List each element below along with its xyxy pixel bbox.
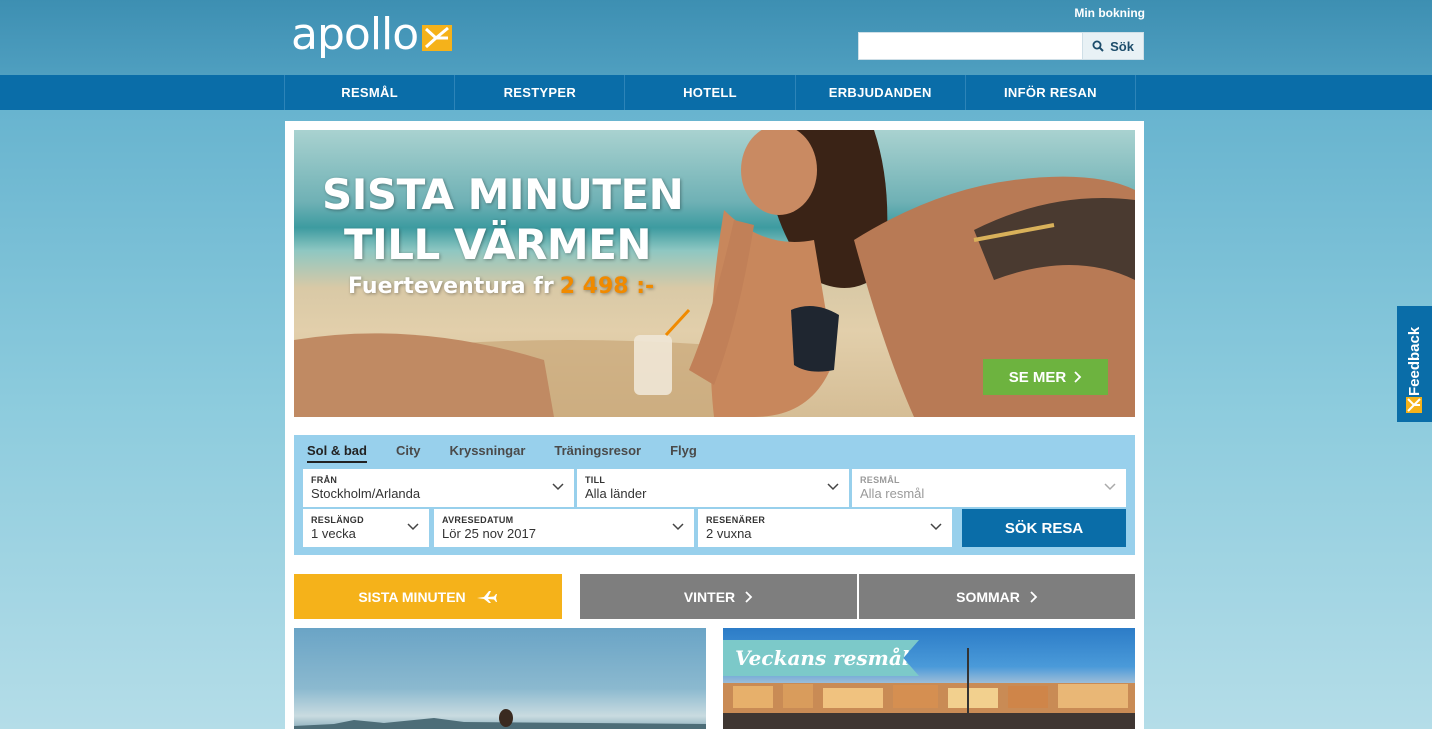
chevron-down-icon — [1104, 483, 1116, 491]
nav-item-resmal[interactable]: RESMÅL — [285, 75, 456, 110]
winter-button[interactable]: VINTER — [580, 574, 857, 619]
main-nav: RESMÅL RESTYPER HOTELL ERBJUDANDEN INFÖR… — [0, 75, 1432, 110]
chevron-down-icon — [407, 523, 419, 531]
travellers-value: 2 vuxna — [706, 526, 752, 541]
summer-button[interactable]: SOMMAR — [859, 574, 1135, 619]
from-value: Stockholm/Arlanda — [311, 486, 421, 501]
tab-flyg[interactable]: Flyg — [670, 443, 697, 463]
nav-item-hotell[interactable]: HOTELL — [625, 75, 796, 110]
weekly-destination-tag: Veckans resmål — [723, 640, 919, 676]
hero-title-line2: TILL VÄRMEN — [344, 220, 652, 269]
departure-date-select[interactable]: AVRESEDATUM Lör 25 nov 2017 — [434, 509, 694, 547]
feedback-tab[interactable]: Feedback — [1397, 306, 1432, 422]
search-input[interactable] — [858, 32, 1083, 60]
airplane-icon — [476, 590, 497, 603]
chevron-right-icon — [1030, 590, 1038, 603]
duration-value: 1 vecka — [311, 526, 356, 541]
chevron-down-icon — [672, 523, 684, 531]
nav-item-erbjudanden[interactable]: ERBJUDANDEN — [796, 75, 966, 110]
destination-label: RESMÅL — [860, 475, 900, 485]
feedback-label: Feedback — [1406, 326, 1423, 396]
logo-sun-icon — [422, 25, 453, 51]
chevron-right-icon — [1074, 371, 1082, 383]
my-booking-link[interactable]: Min bokning — [1074, 6, 1145, 20]
hero-price: 2 498 :- — [559, 274, 655, 299]
to-label: TILL — [585, 475, 606, 485]
tab-city[interactable]: City — [396, 443, 421, 463]
from-label: FRÅN — [311, 475, 338, 485]
destination-value: Alla resmål — [860, 486, 925, 501]
site-header: apollo Min bokning Sök — [0, 0, 1432, 75]
search-icon — [1092, 40, 1104, 52]
trip-type-tabs: Sol & bad City Kryssningar Träningsresor… — [307, 443, 726, 463]
to-value: Alla länder — [585, 486, 647, 501]
trip-search-widget: Sol & bad City Kryssningar Träningsresor… — [294, 435, 1135, 555]
last-minute-label: SISTA MINUTEN — [358, 588, 466, 605]
tab-kryssningar[interactable]: Kryssningar — [450, 443, 526, 463]
main-content: SISTA MINUTEN TILL VÄRMEN Fuerteventura … — [285, 121, 1144, 729]
promo-card-weekly-destination[interactable]: Veckans resmål — [723, 628, 1135, 729]
winter-label: VINTER — [683, 588, 736, 605]
from-select[interactable]: FRÅN Stockholm/Arlanda — [303, 469, 574, 507]
departure-value: Lör 25 nov 2017 — [442, 526, 536, 541]
chevron-down-icon — [827, 483, 839, 491]
chevron-down-icon — [930, 523, 942, 531]
nav-item-restyper[interactable]: RESTYPER — [455, 75, 626, 110]
tab-traningsresor[interactable]: Träningsresor — [554, 443, 641, 463]
hero-headline: SISTA MINUTEN TILL VÄRMEN Fuerteventura … — [322, 170, 684, 299]
apollo-logo[interactable]: apollo — [291, 9, 453, 60]
hero-subtitle: Fuerteventura fr 2 498 :- — [322, 274, 683, 299]
duration-select[interactable]: RESLÄNGD 1 vecka — [303, 509, 429, 547]
travellers-label: RESENÄRER — [706, 515, 766, 525]
chevron-right-icon — [745, 590, 753, 603]
tab-sol-bad[interactable]: Sol & bad — [307, 443, 367, 463]
chevron-down-icon — [552, 483, 564, 491]
summer-label: SOMMAR — [956, 588, 1020, 605]
duration-label: RESLÄNGD — [311, 515, 364, 525]
last-minute-button[interactable]: SISTA MINUTEN — [294, 574, 562, 619]
see-more-button[interactable]: SE MER — [983, 359, 1108, 395]
search-trip-button[interactable]: SÖK RESA — [962, 509, 1126, 547]
see-more-label: SE MER — [1008, 368, 1067, 386]
logo-text: apollo — [291, 9, 419, 60]
travellers-select[interactable]: RESENÄRER 2 vuxna — [698, 509, 952, 547]
site-search: Sök — [858, 32, 1144, 60]
search-button[interactable]: Sök — [1083, 32, 1144, 60]
hero-title-line1: SISTA MINUTEN — [322, 170, 684, 219]
promo-card-beach[interactable] — [294, 628, 706, 729]
to-select[interactable]: TILL Alla länder — [577, 469, 849, 507]
search-button-label: Sök — [1110, 38, 1134, 54]
nav-item-infor-resan[interactable]: INFÖR RESAN — [966, 75, 1137, 110]
beach-photo — [294, 709, 706, 729]
hero-destination: Fuerteventura fr — [348, 274, 554, 299]
destination-select[interactable]: RESMÅL Alla resmål — [852, 469, 1126, 507]
hero-banner[interactable]: SISTA MINUTEN TILL VÄRMEN Fuerteventura … — [294, 130, 1135, 417]
departure-label: AVRESEDATUM — [442, 515, 514, 525]
apollo-sun-icon — [1406, 397, 1422, 413]
